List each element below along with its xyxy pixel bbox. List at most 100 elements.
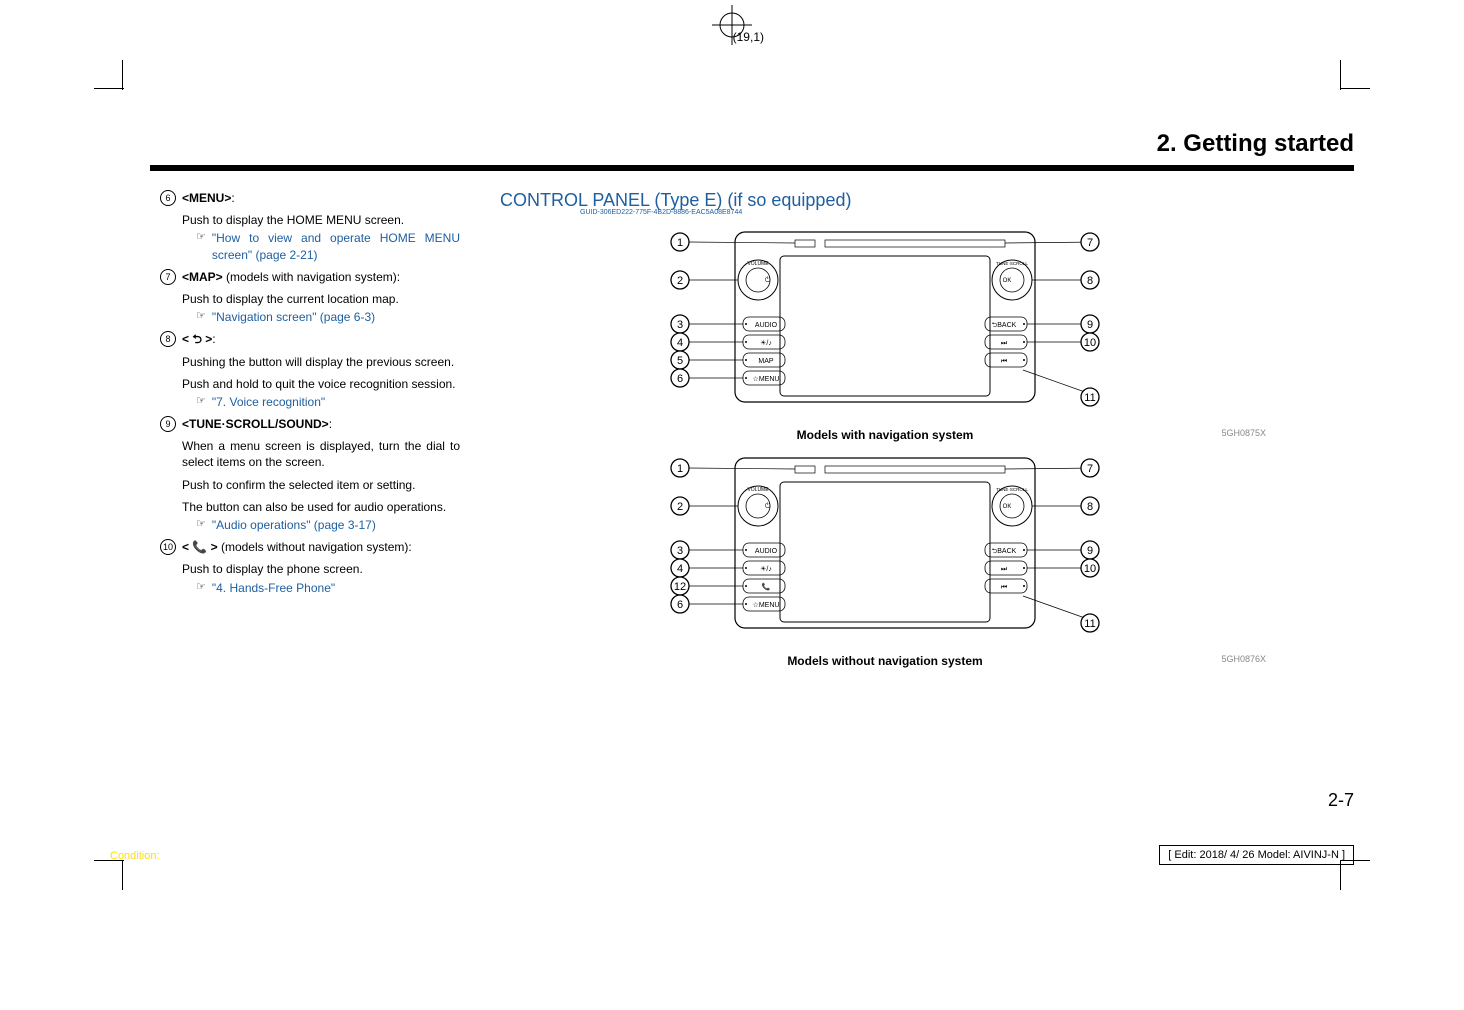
list-item: 7 <MAP> (models with navigation system):P… [160,269,460,326]
list-item: 10 < 📞 > (models without navigation syste… [160,539,460,596]
svg-text:⏮: ⏮ [1001,358,1007,365]
cross-ref-link[interactable]: "4. Hands-Free Phone" [212,580,335,596]
svg-text:10: 10 [1084,337,1096,349]
cross-ref: ☞ "Navigation screen" (page 6-3) [182,309,460,325]
paragraph: Push to display the current location map… [182,291,460,307]
list-item: 8 < ⮌ >:Pushing the button will display t… [160,331,460,410]
svg-text:1: 1 [677,463,683,475]
list-item: 6 <MENU>:Push to display the HOME MENU sc… [160,190,460,263]
paragraph: Push to display the HOME MENU screen. [182,212,460,228]
svg-text:📞: 📞 [762,582,771,591]
left-column: 6 <MENU>:Push to display the HOME MENU sc… [160,190,460,602]
svg-text:⏮: ⏮ [1001,584,1007,591]
paragraph: When a menu screen is displayed, turn th… [182,438,460,470]
svg-text:6: 6 [677,599,683,611]
svg-text:☆MENU: ☆MENU [753,375,780,383]
svg-text:4: 4 [677,337,683,349]
svg-text:5: 5 [677,355,683,367]
svg-text:VOLUME: VOLUME [747,261,769,267]
svg-text:12: 12 [674,581,686,593]
page-coord: (19,1) [733,30,764,44]
svg-text:OK: OK [1003,504,1012,510]
svg-text:AUDIO: AUDIO [755,548,778,555]
svg-text:2: 2 [677,275,683,287]
paragraph: Push and hold to quit the voice recognit… [182,376,460,392]
svg-text:⏻: ⏻ [765,276,771,284]
crop-mark [94,860,124,890]
svg-text:3: 3 [677,319,683,331]
svg-text:4: 4 [677,563,683,575]
callout-number: 6 [160,190,176,206]
item-title: <TUNE·SCROLL/SOUND> [182,417,329,431]
paragraph: Push to display the phone screen. [182,561,460,577]
svg-text:⏭: ⏭ [1001,340,1008,347]
pointer-icon: ☞ [196,230,206,262]
pointer-icon: ☞ [196,580,206,596]
svg-text:11: 11 [1084,392,1095,404]
cross-ref-link[interactable]: "How to view and operate HOME MENU scree… [212,230,460,262]
cross-ref-link[interactable]: "Navigation screen" (page 6-3) [212,309,375,325]
item-title: < 📞 > [182,540,218,554]
svg-text:⏻: ⏻ [765,502,771,510]
svg-text:8: 8 [1087,501,1093,513]
edit-note: [ Edit: 2018/ 4/ 26 Model: AIVINJ-N ] [1159,845,1354,865]
svg-text:7: 7 [1087,463,1093,475]
svg-text:OK: OK [1003,278,1012,284]
svg-text:7: 7 [1087,237,1093,249]
item-title: < ⮌ > [182,332,212,346]
svg-text:⮌BACK: ⮌BACK [992,547,1017,555]
item-title: <MENU> [182,191,231,205]
crop-mark [94,60,124,90]
guid: GUID-306ED222-775F-4B2D-8886-EAC5A08E874… [580,209,1270,216]
svg-text:1: 1 [677,237,683,249]
svg-text:VOLUME: VOLUME [747,487,769,493]
svg-text:8: 8 [1087,275,1093,287]
paragraph: Push to confirm the selected item or set… [182,477,460,493]
cross-ref: ☞ "7. Voice recognition" [182,394,460,410]
callout-number: 9 [160,416,176,432]
svg-text:TUNE·SCROLL: TUNE·SCROLL [996,487,1028,492]
svg-text:2: 2 [677,501,683,513]
right-column: CONTROL PANEL (Type E) (if so equipped) … [500,190,1270,664]
item-body: <TUNE·SCROLL/SOUND>:When a menu screen i… [182,416,460,533]
svg-text:⏭: ⏭ [1001,566,1008,573]
svg-text:⮌BACK: ⮌BACK [992,321,1017,329]
item-body: < 📞 > (models without navigation system)… [182,539,460,596]
callout-number: 8 [160,331,176,347]
svg-text:MAP: MAP [758,358,774,365]
pointer-icon: ☞ [196,517,206,533]
svg-text:TUNE·SCROLL: TUNE·SCROLL [996,261,1028,266]
paragraph: The button can also be used for audio op… [182,499,460,515]
paragraph: Pushing the button will display the prev… [182,354,460,370]
page-number: 2-7 [1328,790,1354,811]
item-body: <MENU>:Push to display the HOME MENU scr… [182,190,460,263]
callout-number: 7 [160,269,176,285]
list-item: 9 <TUNE·SCROLL/SOUND>:When a menu screen … [160,416,460,533]
condition-label: Condition: [110,850,160,862]
svg-text:AUDIO: AUDIO [755,322,778,329]
header-rule [150,165,1354,171]
cross-ref-link[interactable]: "Audio operations" (page 3-17) [212,517,376,533]
cross-ref: ☞ "Audio operations" (page 3-17) [182,517,460,533]
cross-ref-link[interactable]: "7. Voice recognition" [212,394,325,410]
figure-panel-nonav: VOLUME ⏻ TUNE·SCROLL OK AUDIO ☀/♪ 📞 ☆MENU ⮌BACK ⏭… [625,448,1145,648]
callout-number: 10 [160,539,176,555]
item-body: < ⮌ >:Pushing the button will display th… [182,331,460,410]
svg-text:☀/♪: ☀/♪ [760,565,772,573]
svg-text:10: 10 [1084,563,1096,575]
svg-text:6: 6 [677,373,683,385]
cross-ref: ☞ "4. Hands-Free Phone" [182,580,460,596]
svg-text:9: 9 [1087,319,1093,331]
svg-text:3: 3 [677,545,683,557]
svg-text:9: 9 [1087,545,1093,557]
svg-text:☆MENU: ☆MENU [753,601,780,609]
pointer-icon: ☞ [196,394,206,410]
figure-panel-nav: VOLUME ⏻ TUNE·SCROLL OK AUDIO ☀/♪ MAP ☆MENU ⮌BAC… [625,222,1145,422]
section-title: CONTROL PANEL (Type E) (if so equipped) [500,190,1270,211]
pointer-icon: ☞ [196,309,206,325]
svg-text:☀/♪: ☀/♪ [760,339,772,347]
item-body: <MAP> (models with navigation system):Pu… [182,269,460,326]
svg-text:11: 11 [1084,618,1095,630]
item-title: <MAP> [182,270,223,284]
section-header: 2. Getting started [1157,130,1354,158]
